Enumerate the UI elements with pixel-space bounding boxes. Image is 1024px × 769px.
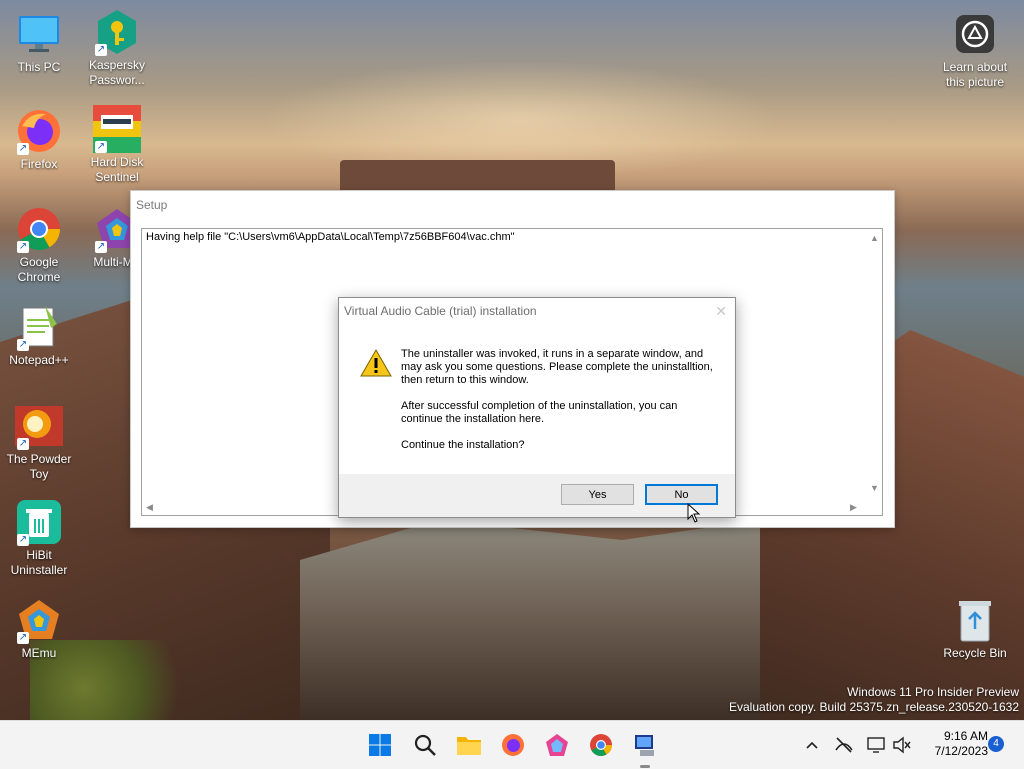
powder-toy-icon: ↗ xyxy=(15,402,63,450)
desktop-icon-label: Notepad++ xyxy=(9,353,69,367)
scroll-right-arrow-icon[interactable]: ▶ xyxy=(850,502,857,512)
vertical-scrollbar[interactable]: ▲ ▼ xyxy=(866,229,882,499)
clock-date: 7/12/2023 xyxy=(934,744,988,758)
firefox-icon[interactable] xyxy=(498,730,528,760)
desktop-icon-label: MEmu xyxy=(21,646,57,660)
dialog-paragraph-after: After successful completion of the unins… xyxy=(401,400,678,425)
desktop-icon-notepad-plus-plus[interactable]: ↗ Notepad++ xyxy=(1,303,77,368)
no-button[interactable]: No xyxy=(645,484,718,505)
scroll-up-arrow-icon[interactable]: ▲ xyxy=(870,233,879,243)
shortcut-arrow-icon: ↗ xyxy=(17,143,29,155)
network-off-icon[interactable] xyxy=(834,735,854,755)
dialog-title-bar[interactable]: Virtual Audio Cable (trial) installation… xyxy=(339,298,735,324)
taskbar: 9:16 AM 7/12/2023 4 xyxy=(0,720,1024,769)
display-icon[interactable] xyxy=(866,735,886,755)
desktop-icon-label: HiBit Uninstaller xyxy=(10,548,68,577)
desktop-icon-label: This PC xyxy=(17,60,61,74)
shortcut-arrow-icon: ↗ xyxy=(17,241,29,253)
dialog-paragraph-uninstaller: The uninstaller was invoked, it runs in … xyxy=(401,348,713,386)
shortcut-arrow-icon: ↗ xyxy=(17,632,29,644)
search-icon[interactable] xyxy=(410,730,440,760)
desktop-icon-label: Recycle Bin xyxy=(943,646,1007,660)
wallpaper-canyon-middle xyxy=(300,520,760,720)
watermark-edition: Windows 11 Pro Insider Preview xyxy=(847,685,1019,699)
desktop-icon-hard-disk-sentinel[interactable]: ↗ Hard Disk Sentinel xyxy=(79,105,155,185)
desktop-icon-kaspersky[interactable]: ↗ Kaspersky Passwor... xyxy=(79,8,155,88)
scroll-left-arrow-icon[interactable]: ◀ xyxy=(146,502,153,512)
close-icon[interactable]: ✕ xyxy=(715,298,727,324)
desktop-icon-label: Learn about this picture xyxy=(942,60,1008,89)
desktop-icon-label: Kaspersky Passwor... xyxy=(88,58,146,87)
hibit-uninstaller-icon: ↗ xyxy=(15,498,63,546)
desktop-icon-firefox[interactable]: ↗ Firefox xyxy=(1,107,77,172)
notepad-plus-plus-icon: ↗ xyxy=(15,303,63,351)
taskbar-clock[interactable]: 9:16 AM 7/12/2023 xyxy=(918,729,988,759)
chrome-icon[interactable] xyxy=(586,730,616,760)
desktop-icon-label: The Powder Toy xyxy=(6,452,72,481)
setup-app-icon[interactable] xyxy=(630,730,660,760)
desktop-icon-memu[interactable]: ↗ MEmu xyxy=(1,596,77,661)
shortcut-arrow-icon: ↗ xyxy=(95,141,107,153)
volume-muted-icon[interactable] xyxy=(892,735,912,755)
desktop-icon-label: Hard Disk Sentinel xyxy=(90,155,144,184)
chrome-icon: ↗ xyxy=(15,205,63,253)
shortcut-arrow-icon: ↗ xyxy=(17,339,29,351)
windows-watermark: Windows 11 Pro Insider Preview Evaluatio… xyxy=(729,685,1019,715)
dialog-question: Continue the installation? xyxy=(401,439,525,451)
warning-icon xyxy=(360,348,392,380)
desktop-icon-label: Firefox xyxy=(20,157,58,171)
desktop-icon-this-pc[interactable]: This PC xyxy=(1,10,77,75)
shortcut-arrow-icon: ↗ xyxy=(95,241,107,253)
memu-icon: ↗ xyxy=(15,596,63,644)
start-icon[interactable] xyxy=(365,730,395,760)
scroll-down-arrow-icon[interactable]: ▼ xyxy=(870,483,879,493)
watermark-build: Evaluation copy. Build 25375.zn_release.… xyxy=(729,700,1019,714)
desktop-icon-recycle-bin[interactable]: Recycle Bin xyxy=(937,596,1013,661)
recycle-bin-icon xyxy=(951,596,999,644)
dialog-body: The uninstaller was invoked, it runs in … xyxy=(339,324,735,474)
desktop-icon-hibit-uninstaller[interactable]: ↗ HiBit Uninstaller xyxy=(1,498,77,578)
notification-badge[interactable]: 4 xyxy=(988,736,1004,752)
camera-info-icon xyxy=(951,10,999,58)
dialog-message: The uninstaller was invoked, it runs in … xyxy=(401,348,721,465)
setup-log-line: Having help file "C:\Users\vm6\AppData\L… xyxy=(146,231,515,243)
desktop-icon-label: Google Chrome xyxy=(17,255,61,284)
clock-time: 9:16 AM xyxy=(943,729,988,743)
yes-button[interactable]: Yes xyxy=(561,484,634,505)
monitor-icon xyxy=(15,10,63,58)
shortcut-arrow-icon: ↗ xyxy=(17,438,29,450)
chevron-up-icon[interactable] xyxy=(802,735,822,755)
setup-window-title[interactable]: Setup xyxy=(131,191,894,219)
shortcut-arrow-icon: ↗ xyxy=(17,534,29,546)
desktop-icon-google-chrome[interactable]: ↗ Google Chrome xyxy=(1,205,77,285)
desktop-icon-learn-about-picture[interactable]: Learn about this picture xyxy=(936,10,1014,90)
desktop-icon-the-powder-toy[interactable]: ↗ The Powder Toy xyxy=(1,402,77,482)
hard-disk-sentinel-icon: ↗ xyxy=(93,105,141,153)
mouse-cursor-icon xyxy=(687,502,701,526)
kaspersky-key-icon: ↗ xyxy=(93,8,141,56)
wallpaper-mesa xyxy=(340,160,615,190)
vac-installation-dialog: Virtual Audio Cable (trial) installation… xyxy=(338,297,736,518)
dialog-title: Virtual Audio Cable (trial) installation xyxy=(344,304,537,318)
shortcut-arrow-icon: ↗ xyxy=(95,44,107,56)
file-explorer-icon[interactable] xyxy=(454,730,484,760)
firefox-icon: ↗ xyxy=(15,107,63,155)
memu-icon[interactable] xyxy=(542,730,572,760)
